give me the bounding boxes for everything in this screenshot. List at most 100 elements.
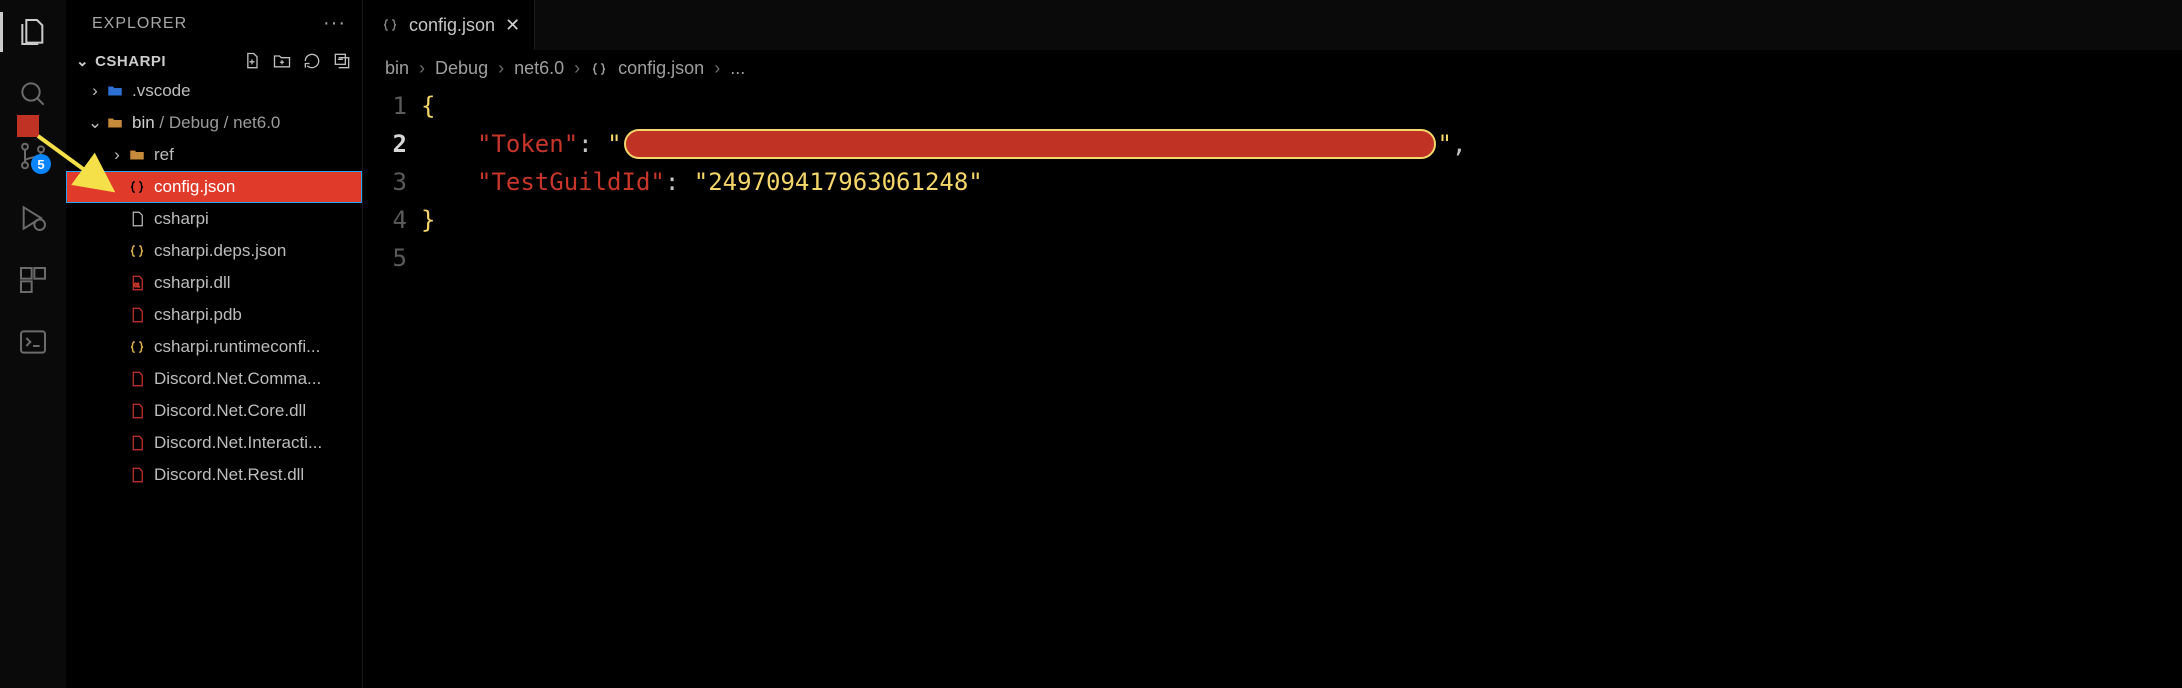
breadcrumb[interactable]: bin › Debug › net6.0 › config.json › ... <box>363 50 2182 87</box>
binary-icon <box>128 402 146 420</box>
tree-label: bin / Debug / net6.0 <box>132 113 280 133</box>
tree-file-config[interactable]: config.json <box>66 171 362 203</box>
terminal-icon <box>17 326 49 358</box>
tree-folder-bin[interactable]: ⌄ bin / Debug / net6.0 <box>66 107 362 139</box>
binary-icon <box>128 466 146 484</box>
folder-vscode-icon <box>106 82 124 100</box>
colon: : <box>665 163 679 201</box>
tree-label: config.json <box>154 177 235 197</box>
activity-run[interactable] <box>13 198 53 238</box>
json-icon <box>128 338 146 356</box>
tree-file-drest[interactable]: Discord.Net.Rest.dll <box>66 459 362 491</box>
tree-label: csharpi.deps.json <box>154 241 286 261</box>
comma: , <box>1452 125 1466 163</box>
json-key: "TestGuildId" <box>477 163 665 201</box>
json-icon <box>381 16 399 34</box>
line-number: 3 <box>363 163 407 201</box>
json-string: "249709417963061248" <box>694 163 983 201</box>
quote: " <box>1438 125 1452 163</box>
tree-file-dll[interactable]: 01 csharpi.dll <box>66 267 362 299</box>
binary-icon <box>128 434 146 452</box>
play-bug-icon <box>17 202 49 234</box>
collapse-all-icon[interactable] <box>332 51 352 71</box>
code-body[interactable]: { "Token" : " " , "TestGuildId" : "2 <box>421 87 2172 277</box>
svg-text:01: 01 <box>134 283 140 289</box>
tree-label: Discord.Net.Comma... <box>154 369 321 389</box>
tree-file-csharpi[interactable]: csharpi <box>66 203 362 235</box>
brace-open: { <box>421 87 435 125</box>
search-icon <box>17 78 49 110</box>
tree-label: Discord.Net.Rest.dll <box>154 465 304 485</box>
tree-label: Discord.Net.Core.dll <box>154 401 306 421</box>
tree-folder-vscode[interactable]: › .vscode <box>66 75 362 107</box>
tree-label: ref <box>154 145 174 165</box>
code-editor[interactable]: 1 2 3 4 5 { "Token" : " " , <box>363 87 2182 277</box>
tree-file-dinter[interactable]: Discord.Net.Interacti... <box>66 427 362 459</box>
sidebar-explorer: EXPLORER ··· ⌄ CSHARPI › .vscode ⌄ <box>66 0 363 688</box>
activity-bar: 5 <box>0 0 66 688</box>
binary-icon: 01 <box>128 274 146 292</box>
json-key: "Token" <box>477 125 578 163</box>
activity-scm[interactable]: 5 <box>13 136 53 176</box>
close-icon[interactable]: ✕ <box>505 15 520 36</box>
brace-close: } <box>421 201 435 239</box>
files-icon <box>17 16 49 48</box>
json-icon <box>128 178 146 196</box>
chevron-down-icon: ⌄ <box>86 113 104 133</box>
tree-file-deps[interactable]: csharpi.deps.json <box>66 235 362 267</box>
chevron-down-icon: ⌄ <box>76 52 89 70</box>
line-gutter: 1 2 3 4 5 <box>363 87 421 277</box>
line-number: 1 <box>363 87 407 125</box>
line-number: 4 <box>363 201 407 239</box>
minimap[interactable] <box>2172 87 2182 277</box>
scm-badge: 5 <box>31 154 51 174</box>
activity-extensions[interactable] <box>13 260 53 300</box>
redacted-token <box>624 129 1436 159</box>
breadcrumb-seg[interactable]: ... <box>730 58 745 79</box>
folder-open-icon <box>106 114 124 132</box>
tree-label: csharpi.runtimeconfi... <box>154 337 320 357</box>
tree-label: csharpi.pdb <box>154 305 242 325</box>
extensions-icon <box>17 264 49 296</box>
chevron-right-icon: › <box>419 58 425 79</box>
tree-file-dcomm[interactable]: Discord.Net.Comma... <box>66 363 362 395</box>
sidebar-more-icon[interactable]: ··· <box>323 12 346 35</box>
folder-icon <box>128 146 146 164</box>
tree-file-pdb[interactable]: csharpi.pdb <box>66 299 362 331</box>
chevron-right-icon: › <box>108 145 126 165</box>
breadcrumb-seg[interactable]: Debug <box>435 58 488 79</box>
project-header[interactable]: ⌄ CSHARPI <box>66 47 362 75</box>
breadcrumb-seg[interactable]: net6.0 <box>514 58 564 79</box>
tree-file-dcore[interactable]: Discord.Net.Core.dll <box>66 395 362 427</box>
activity-search[interactable] <box>13 74 53 114</box>
tab-config-json[interactable]: config.json ✕ <box>363 0 535 50</box>
breadcrumb-seg[interactable]: bin <box>385 58 409 79</box>
tree-file-runtime[interactable]: csharpi.runtimeconfi... <box>66 331 362 363</box>
editor-area: config.json ✕ bin › Debug › net6.0 › con… <box>363 0 2182 688</box>
refresh-icon[interactable] <box>302 51 322 71</box>
line-number: 5 <box>363 239 407 277</box>
sidebar-title: EXPLORER <box>92 15 187 33</box>
new-file-icon[interactable] <box>242 51 262 71</box>
file-tree: › .vscode ⌄ bin / Debug / net6.0 › ref c… <box>66 75 362 491</box>
chevron-right-icon: › <box>498 58 504 79</box>
chevron-right-icon: › <box>86 81 104 101</box>
tree-label: .vscode <box>132 81 191 101</box>
tree-label: csharpi <box>154 209 209 229</box>
breadcrumb-seg[interactable]: config.json <box>618 58 704 79</box>
json-icon <box>128 242 146 260</box>
activity-explorer[interactable] <box>13 12 53 52</box>
project-name: CSHARPI <box>95 53 242 70</box>
tree-label: csharpi.dll <box>154 273 231 293</box>
sidebar-header: EXPLORER ··· <box>66 0 362 47</box>
binary-icon <box>128 306 146 324</box>
quote: " <box>607 125 621 163</box>
new-folder-icon[interactable] <box>272 51 292 71</box>
colon: : <box>578 125 592 163</box>
chevron-right-icon: › <box>574 58 580 79</box>
json-icon <box>590 60 608 78</box>
activity-terminal[interactable] <box>13 322 53 362</box>
file-icon <box>128 210 146 228</box>
tree-label: Discord.Net.Interacti... <box>154 433 322 453</box>
tree-folder-ref[interactable]: › ref <box>66 139 362 171</box>
